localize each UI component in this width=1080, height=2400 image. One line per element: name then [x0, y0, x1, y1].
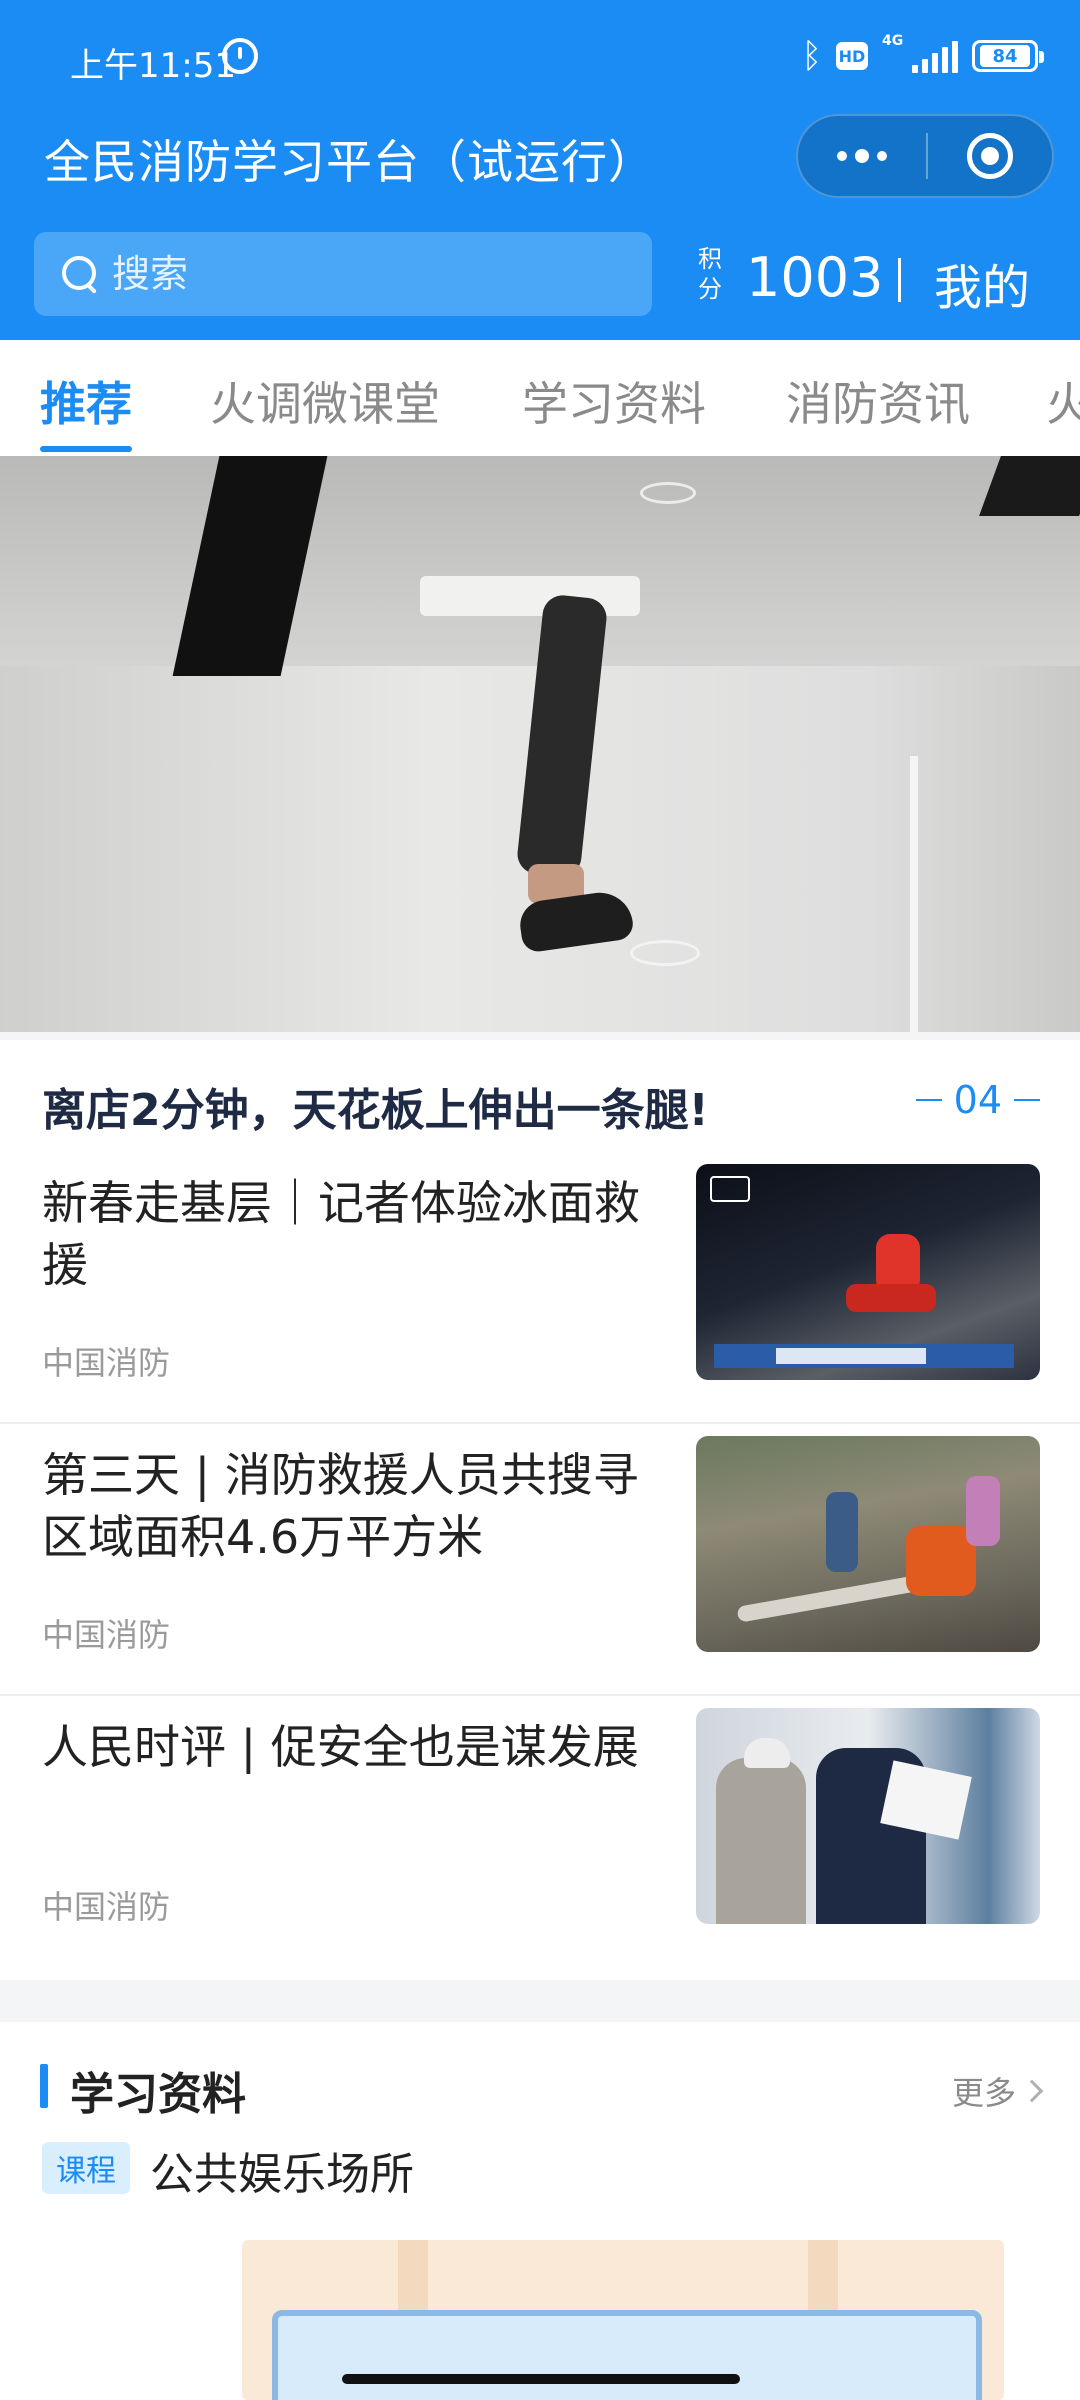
news-card: 离店2分钟，天花板上伸出一条腿! 04 新春走基层｜记者体验冰面救援 中国消防 …: [0, 1040, 1080, 1980]
news-item[interactable]: 人民时评 | 促安全也是谋发展 中国消防: [0, 1696, 1080, 1968]
news-item[interactable]: 新春走基层｜记者体验冰面救援 中国消防: [0, 1152, 1080, 1424]
category-tabs: 推荐 火调微课堂 学习资料 消防资讯 火: [0, 340, 1080, 456]
search-icon: [62, 256, 98, 292]
mine-button[interactable]: 我的: [934, 248, 1030, 318]
section-accent-bar: [40, 2064, 48, 2108]
news-thumbnail: [696, 1164, 1040, 1380]
news-source: 中国消防: [42, 1616, 171, 1654]
more-label: 更多: [951, 2074, 1016, 2112]
news-title: 新春走基层｜记者体验冰面救援: [42, 1176, 640, 1292]
status-icons: ᛒ HD 4G 84: [801, 33, 1044, 76]
pager-number: 04: [953, 1078, 1002, 1122]
banner-pager: 04: [915, 1078, 1040, 1122]
news-title: 人民时评 | 促安全也是谋发展: [42, 1720, 639, 1774]
divider: [898, 258, 901, 302]
study-materials-section: 学习资料 更多 课程 公共娱乐场所: [0, 2022, 1080, 2400]
featured-headline[interactable]: 离店2分钟，天花板上伸出一条腿!: [42, 1074, 709, 1138]
points-value[interactable]: 1003: [746, 246, 883, 309]
tab-more-cutoff[interactable]: 火: [1046, 368, 1080, 434]
search-box[interactable]: [34, 232, 652, 316]
news-title: 第三天 | 消防救援人员共搜寻区域面积4.6万平方米: [42, 1448, 639, 1564]
news-source: 中国消防: [42, 1344, 171, 1382]
target-icon: [967, 133, 1013, 179]
search-input[interactable]: [112, 252, 612, 296]
section-title: 学习资料: [70, 2069, 246, 2120]
alarm-icon: [222, 38, 258, 74]
course-title[interactable]: 公共娱乐场所: [150, 2138, 414, 2202]
more-link[interactable]: 更多: [951, 2068, 1044, 2114]
status-time: 上午11:51: [70, 46, 236, 86]
home-indicator[interactable]: [342, 2374, 740, 2384]
tab-study-materials[interactable]: 学习资料: [522, 368, 706, 434]
tab-fire-micro-class[interactable]: 火调微课堂: [210, 368, 440, 434]
status-bar: 上午11:51 ᛒ HD 4G 84: [0, 0, 1080, 110]
news-item[interactable]: 第三天 | 消防救援人员共搜寻区域面积4.6万平方米 中国消防: [0, 1424, 1080, 1696]
miniprogram-capsule: [796, 114, 1054, 198]
points-label: 积分: [698, 245, 722, 303]
news-thumbnail: [696, 1708, 1040, 1924]
active-tab-indicator: [40, 446, 132, 452]
battery-icon: 84: [972, 40, 1044, 72]
battery-level: 84: [980, 45, 1030, 67]
chevron-right-icon: [1020, 2079, 1044, 2103]
close-miniprogram-button[interactable]: [928, 133, 1052, 179]
more-menu-button[interactable]: [798, 116, 926, 196]
bluetooth-icon: ᛒ: [801, 36, 822, 76]
hd-icon: HD: [836, 42, 868, 70]
news-thumbnail: [696, 1436, 1040, 1652]
course-tag: 课程: [42, 2142, 130, 2194]
featured-banner-image[interactable]: [0, 456, 1080, 1032]
app-header: 上午11:51 ᛒ HD 4G 84 全民消防学习平台（试运行） 积分 1003…: [0, 0, 1080, 340]
signal-icon: 4G: [882, 33, 958, 73]
news-source: 中国消防: [42, 1888, 171, 1926]
more-dots-icon: [837, 151, 847, 161]
network-type: 4G: [882, 33, 904, 49]
tab-fire-news[interactable]: 消防资讯: [786, 368, 970, 434]
page-title: 全民消防学习平台（试运行）: [44, 135, 655, 189]
tab-recommend[interactable]: 推荐: [40, 368, 132, 434]
